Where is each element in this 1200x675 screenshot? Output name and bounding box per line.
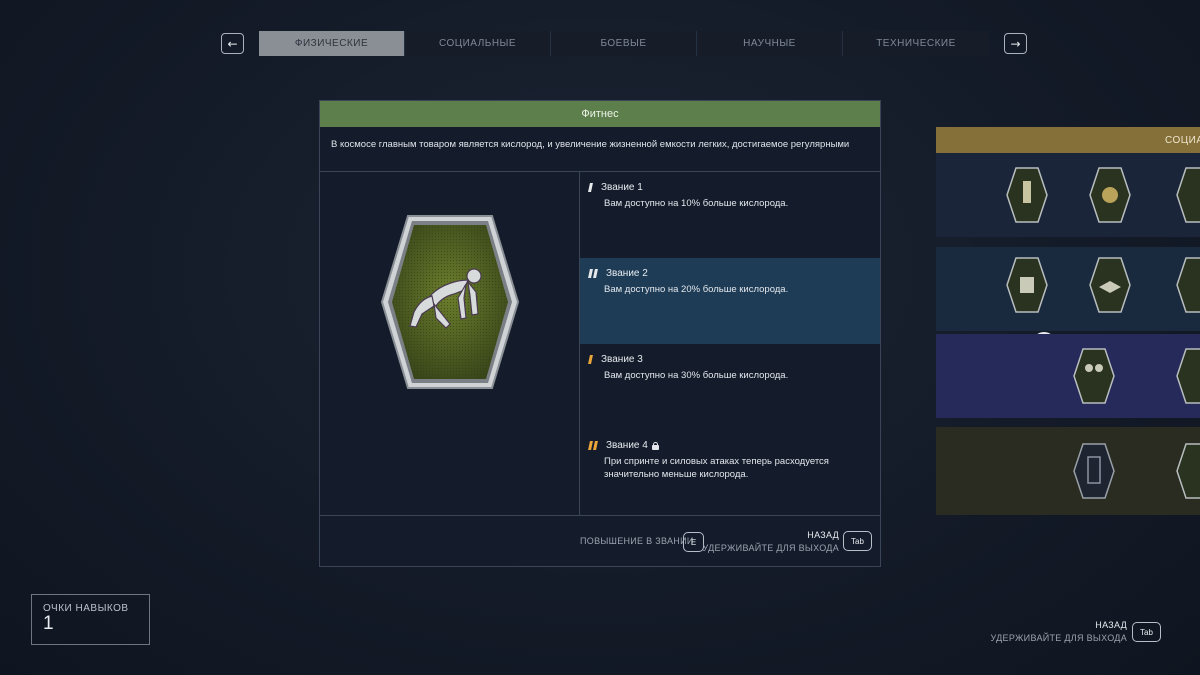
category-tabs: ФИЗИЧЕСКИЕ СОЦИАЛЬНЫЕ БОЕВЫЕ НАУЧНЫЕ ТЕХ… (259, 31, 989, 56)
back-key[interactable]: Tab (1132, 622, 1161, 642)
skill-hex-icon[interactable] (1176, 348, 1200, 404)
skill-row (936, 247, 1200, 331)
tab-science[interactable]: НАУЧНЫЕ (697, 31, 843, 56)
skill-hex-icon[interactable] (1176, 257, 1200, 313)
next-category-panel: СОЦИА (936, 127, 1200, 515)
arrow-left-icon: ← (227, 36, 238, 51)
rank-item[interactable]: Звание 4 При спринте и силовых атаках те… (580, 430, 880, 516)
back-label: НАЗАД (807, 530, 839, 540)
next-category-title: СОЦИА (936, 127, 1200, 153)
sprinter-start-icon (380, 215, 520, 389)
skill-hex-icon[interactable] (1006, 167, 1048, 223)
skill-description: В космосе главным товаром является кисло… (320, 127, 880, 172)
next-category-button[interactable]: → (1004, 33, 1027, 54)
rank-progress-icon (588, 183, 594, 192)
rank-description: Вам доступно на 30% больше кислорода. (604, 370, 789, 381)
rank-item-selected[interactable]: Звание 2 Вам доступно на 20% больше кисл… (580, 258, 880, 344)
rank-up-key[interactable]: E (683, 532, 704, 552)
rank-description: Вам доступно на 20% больше кислорода. (604, 284, 789, 295)
skill-hex-icon[interactable] (1089, 167, 1131, 223)
rank-description: При спринте и силовых атаках теперь расх… (604, 456, 829, 480)
skill-hex-icon[interactable] (1006, 257, 1048, 313)
lock-icon (651, 441, 659, 450)
rank-item[interactable]: Звание 3 Вам доступно на 30% больше кисл… (580, 344, 880, 430)
rank-list: Звание 1 Вам доступно на 10% больше кисл… (580, 172, 1056, 516)
rank-title: Звание 1 (601, 182, 643, 193)
rank-title: Звание 4 (606, 440, 648, 451)
skill-badge-area (320, 172, 580, 515)
skill-hex-icon[interactable] (1073, 443, 1115, 499)
arrow-right-icon: → (1010, 36, 1021, 51)
skill-hex-icon[interactable] (1176, 443, 1200, 499)
rank-progress-icon (588, 441, 599, 450)
rank-description: Вам доступно на 10% больше кислорода. (604, 198, 789, 209)
skill-hex-icon[interactable] (1176, 167, 1200, 223)
skill-row (936, 153, 1200, 237)
skill-body: Звание 1 Вам доступно на 10% больше кисл… (320, 172, 1056, 516)
tab-combat[interactable]: БОЕВЫЕ (551, 31, 697, 56)
tab-social[interactable]: СОЦИАЛЬНЫЕ (405, 31, 551, 56)
skill-points-value: 1 (43, 613, 54, 634)
skill-hex-icon[interactable] (1089, 257, 1131, 313)
skill-points-label: ОЧКИ НАВЫКОВ (43, 603, 129, 614)
rank-title: Звание 2 (606, 268, 648, 279)
category-tabbar: ← ФИЗИЧЕСКИЕ СОЦИАЛЬНЫЕ БОЕВЫЕ НАУЧНЫЕ Т… (221, 31, 1027, 56)
back-key[interactable]: Tab (843, 531, 872, 551)
rank-item[interactable]: Звание 1 Вам доступно на 10% больше кисл… (580, 172, 880, 258)
hold-to-exit-label: УДЕРЖИВАЙТЕ ДЛЯ ВЫХОДА (990, 633, 1127, 643)
skill-title: Фитнес (320, 101, 880, 127)
rank-progress-icon (588, 269, 599, 278)
panel-footer: ПОВЫШЕНИЕ В ЗВАНИИ E НАЗАД УДЕРЖИВАЙТЕ Д… (320, 515, 880, 567)
skill-row (936, 334, 1200, 418)
skill-points-box: ОЧКИ НАВЫКОВ 1 (31, 594, 150, 645)
hold-to-exit-label: УДЕРЖИВАЙТЕ ДЛЯ ВЫХОДА (702, 543, 839, 553)
back-label: НАЗАД (1095, 620, 1127, 630)
rank-title: Звание 3 (601, 354, 643, 365)
skill-row (936, 427, 1200, 515)
skill-hex-icon[interactable] (1073, 348, 1115, 404)
rank-progress-icon (588, 355, 594, 364)
tab-tech[interactable]: ТЕХНИЧЕСКИЕ (843, 31, 989, 56)
rank-up-label: ПОВЫШЕНИЕ В ЗВАНИИ (580, 536, 694, 546)
skill-detail-panel: Фитнес В космосе главным товаром являетс… (319, 100, 1056, 567)
tab-physical[interactable]: ФИЗИЧЕСКИЕ (259, 31, 405, 56)
prev-category-button[interactable]: ← (221, 33, 244, 54)
